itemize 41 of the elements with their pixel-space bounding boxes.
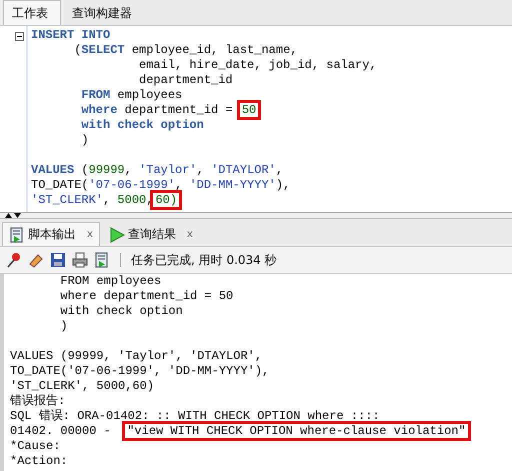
- code-line: INSERT INTO: [31, 28, 112, 43]
- output-line: with check option: [59, 304, 184, 319]
- code-line: where department_id = 50: [31, 103, 377, 118]
- output-tab[interactable]: 脚本输出 x: [2, 222, 100, 246]
- close-tab-button[interactable]: x: [87, 229, 93, 240]
- pin-icon[interactable]: [6, 252, 22, 268]
- output-line: TO_DATE('07-06-1999', 'DD-MM-YYYY'),: [10, 364, 270, 379]
- output-line: 'ST_CLERK', 5000,60): [10, 379, 156, 394]
- status-text: 任务已完成, 用时 0.034 秒: [131, 252, 277, 268]
- eraser-icon[interactable]: [28, 252, 44, 268]
- print-icon[interactable]: [72, 252, 88, 268]
- code-line: FROM employees: [80, 88, 184, 103]
- save-icon[interactable]: [50, 252, 66, 268]
- output-line: 01402. 00000 - "view WITH CHECK OPTION where-clause violation": [10, 424, 512, 439]
- code-line: (SELECT employee_id, last_name,: [73, 43, 298, 58]
- code-line: email, hire_date, job_id, salary,: [138, 58, 377, 73]
- output-line: *Action:: [10, 454, 69, 469]
- code-line: TO_DATE('07-06-1999', 'DD-MM-YYYY'),: [31, 178, 292, 193]
- output-line: SQL 错误: ORA-01402: :: WITH CHECK OPTION where ::::: [10, 409, 381, 424]
- code-line: with check option: [80, 118, 205, 133]
- code-line: 'ST_CLERK', 5000, 60): [31, 193, 377, 208]
- code-line: department_id: [138, 73, 234, 88]
- editor-tab[interactable]: 工作表: [3, 0, 61, 25]
- tab-label: 查询结果: [128, 226, 176, 243]
- script-icon: [94, 252, 110, 268]
- output-line: where department_id = 50: [59, 289, 234, 304]
- output-line: 错误报告:: [10, 394, 66, 409]
- collapse-icon[interactable]: [15, 32, 24, 41]
- output-line: ): [59, 319, 69, 334]
- output-line: FROM employees: [59, 274, 162, 289]
- output-line: *Cause:: [10, 439, 62, 454]
- tab-label: 脚本输出: [28, 226, 76, 243]
- splitter-arrows-icon[interactable]: [4, 213, 22, 218]
- code-line: ): [80, 133, 90, 148]
- close-tab-button[interactable]: x: [186, 229, 193, 240]
- code-line: VALUES (99999, 'Taylor', 'DTAYLOR',: [31, 163, 284, 178]
- play-icon: [108, 226, 125, 242]
- output-tab[interactable]: 查询结果 x: [102, 222, 200, 246]
- editor-tab[interactable]: 查询构建器: [63, 0, 141, 25]
- output-line: VALUES (99999, 'Taylor', 'DTAYLOR',: [10, 349, 264, 364]
- script-icon: [9, 226, 25, 242]
